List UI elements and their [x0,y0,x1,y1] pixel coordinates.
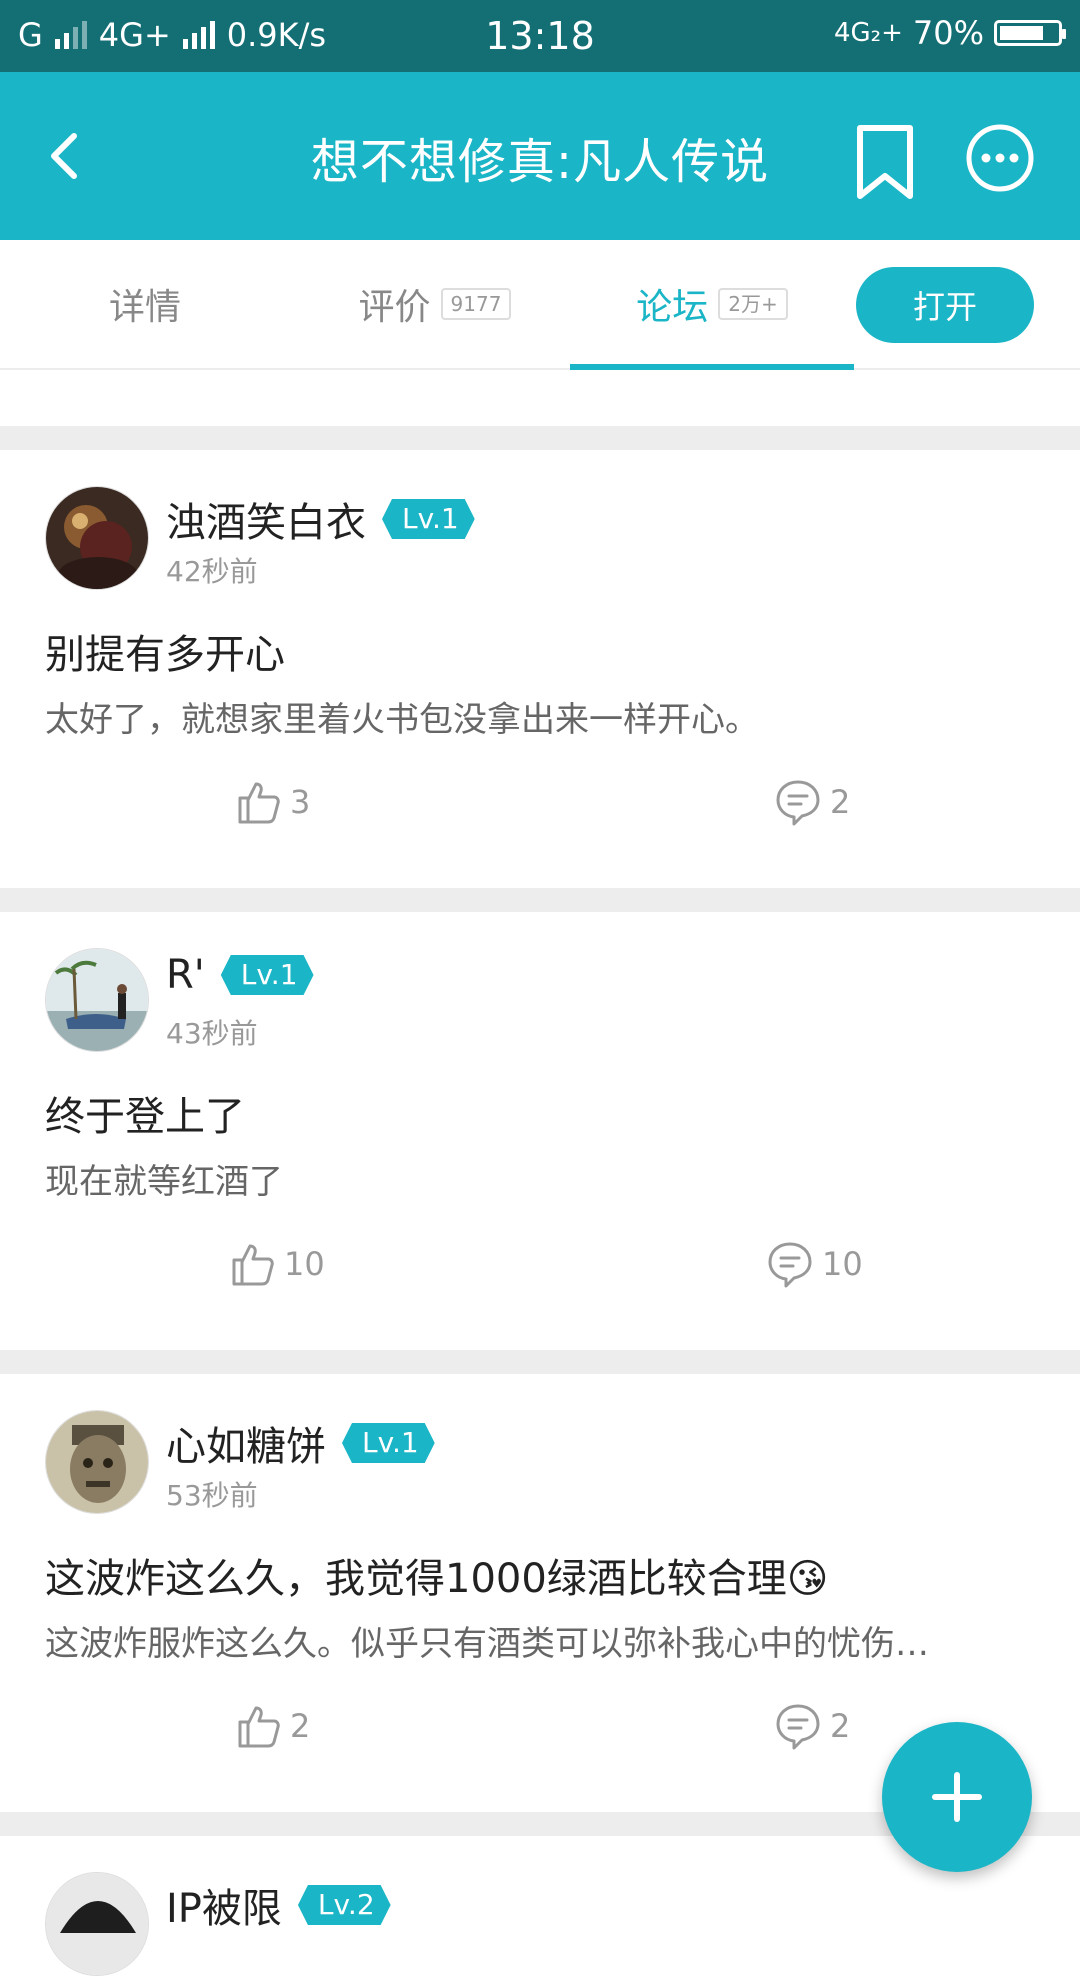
post-title[interactable]: 终于登上了 [45,1084,245,1142]
post-card[interactable]: 浊酒笑白衣 Lv.1 42秒前 别提有多开心 太好了，就想家里着火书包没拿出来一… [0,450,1080,888]
post-author[interactable]: 心如糖饼 Lv.1 [166,1414,435,1472]
tab-details[interactable]: 详情 [40,240,250,368]
level-badge: Lv.2 [298,1885,391,1925]
post-body[interactable]: 这波炸服炸这么久。似乎只有酒类可以弥补我心中的忧伤… [45,1616,1035,1665]
like-count: 10 [284,1245,325,1283]
divider [0,888,1080,912]
open-button[interactable]: 打开 [856,267,1034,343]
divider [0,1350,1080,1374]
count-badge: 9177 [440,288,512,320]
avatar[interactable] [45,1410,149,1514]
like-button[interactable]: 10 [228,1234,325,1294]
count-badge: 2万+ [718,288,788,320]
tab-label: 论坛 [636,287,709,328]
avatar[interactable] [45,486,149,590]
comment-count: 2 [830,783,851,821]
thumbs-up-icon [232,1244,274,1286]
post-author[interactable]: IP被限 Lv.2 [166,1876,391,1934]
bookmark-icon [857,125,913,199]
comment-icon [776,780,820,826]
network-label-2: 4G₂+ [833,18,903,48]
level-badge: Lv.1 [382,499,475,539]
tab-bar: 详情 评价 9177 论坛 2万+ 打开 [0,240,1080,370]
level-badge: Lv.1 [221,955,314,995]
more-button[interactable] [964,122,1036,194]
status-bar: G 4G+ 0.9K/s 13:18 4G₂+ 70% [0,0,1080,72]
comment-icon [776,1704,820,1750]
avatar-image [46,1411,148,1513]
bookmark-button[interactable] [850,122,920,202]
like-count: 3 [290,783,311,821]
comment-button[interactable]: 2 [774,772,850,832]
app-bar: 想不想修真:凡人传说 [0,72,1080,240]
post-author[interactable]: 浊酒笑白衣 Lv.1 [166,490,475,548]
post-body[interactable]: 太好了，就想家里着火书包没拿出来一样开心。 [45,692,1035,741]
more-horizontal-icon [966,124,1034,192]
tab-reviews[interactable]: 评价 9177 [300,240,570,368]
post-title[interactable]: 这波炸这么久，我觉得1000绿酒比较合理😘 [45,1546,829,1604]
username: 心如糖饼 [166,1424,326,1470]
plus-icon [932,1772,982,1822]
post-author[interactable]: R' Lv.1 [166,952,314,998]
comment-button[interactable]: 10 [766,1234,863,1294]
avatar[interactable] [45,948,149,1052]
comment-count: 2 [830,1707,851,1745]
post-body[interactable]: 现在就等红酒了 [45,1154,1035,1203]
tab-label: 评价 [358,287,431,328]
post-time: 53秒前 [166,1479,258,1512]
avatar[interactable] [45,1872,149,1976]
like-count: 2 [290,1707,311,1745]
avatar-image [46,1873,148,1975]
avatar-image [46,949,148,1051]
comment-icon [768,1242,812,1288]
thumbs-up-icon [238,1706,280,1748]
new-post-button[interactable] [882,1722,1032,1872]
username: R' [166,952,205,998]
post-title[interactable]: 别提有多开心 [45,622,285,680]
feed-top [0,370,1080,426]
username: IP被限 [166,1886,282,1932]
post-card[interactable]: R' Lv.1 43秒前 终于登上了 现在就等红酒了 10 10 [0,912,1080,1350]
forum-feed[interactable]: 浊酒笑白衣 Lv.1 42秒前 别提有多开心 太好了，就想家里着火书包没拿出来一… [0,370,1080,1976]
comment-button[interactable]: 2 [774,1696,850,1756]
chevron-left-icon [51,133,77,179]
battery-percent: 70% [912,14,984,52]
post-time: 43秒前 [166,1017,258,1050]
comment-count: 10 [822,1245,863,1283]
tab-forum[interactable]: 论坛 2万+ [570,240,854,368]
thumbs-up-icon [238,782,280,824]
tab-label: 详情 [108,287,181,328]
username: 浊酒笑白衣 [166,500,366,546]
page-title: 想不想修真:凡人传说 [310,134,770,190]
like-button[interactable]: 2 [234,1696,310,1756]
post-time: 42秒前 [166,555,258,588]
battery-icon [994,20,1066,46]
level-badge: Lv.1 [342,1423,435,1463]
avatar-image [46,487,148,589]
like-button[interactable]: 3 [234,772,310,832]
back-button[interactable] [36,116,116,196]
divider [0,426,1080,450]
